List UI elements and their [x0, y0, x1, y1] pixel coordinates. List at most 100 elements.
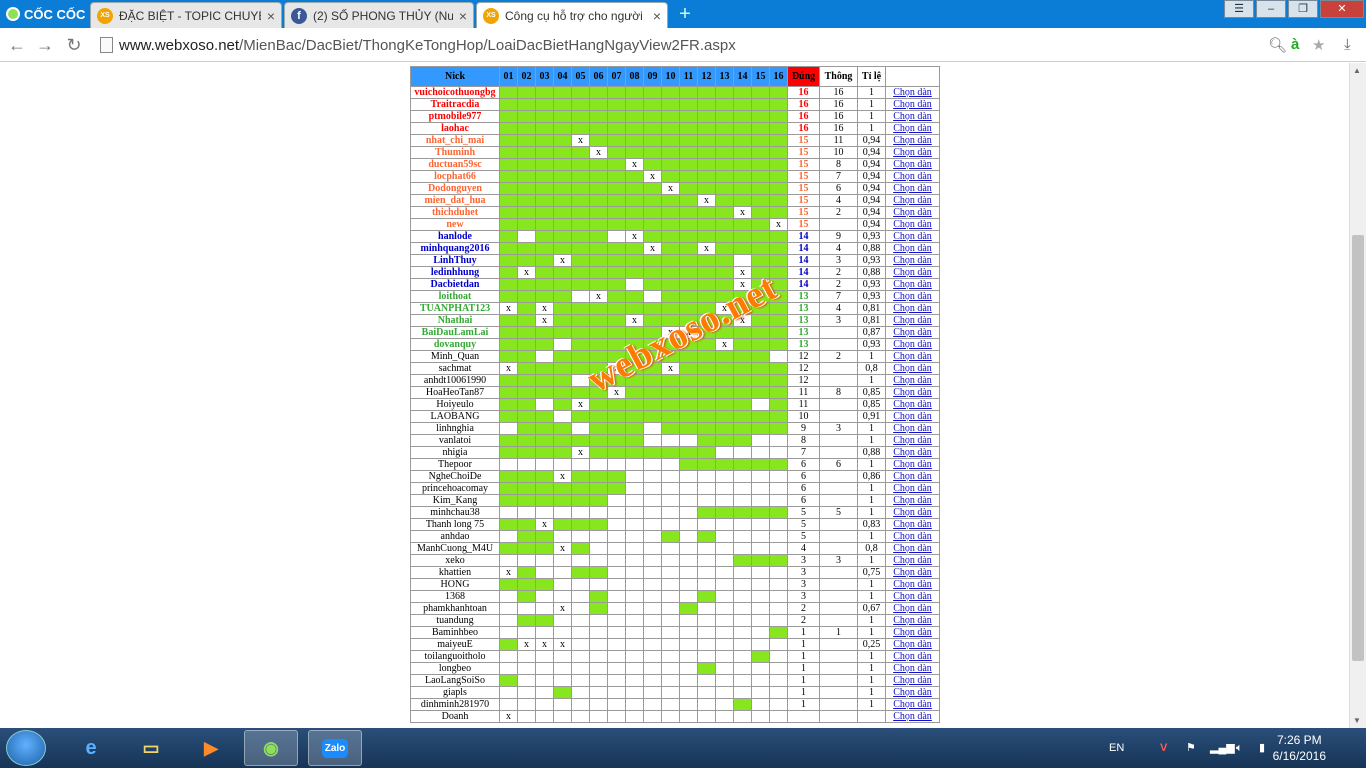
day-cell: [535, 326, 554, 339]
volume-icon[interactable]: 🔈︎: [1236, 728, 1243, 768]
chon-dan-link[interactable]: Chọn dàn: [893, 400, 932, 410]
network-icon[interactable]: ▂▄▆: [1210, 728, 1235, 768]
close-icon[interactable]: ×: [459, 8, 467, 24]
address-bar-row: ← → ↻ www.webxoso.net/MienBac/DacBiet/Th…: [0, 28, 1366, 62]
close-icon[interactable]: ×: [267, 8, 275, 24]
chon-dan-link[interactable]: Chọn dàn: [893, 496, 932, 506]
chon-dan-link[interactable]: Chọn dàn: [893, 568, 932, 578]
day-cell: [661, 98, 680, 111]
chon-dan-link[interactable]: Chọn dàn: [893, 436, 932, 446]
coccoc-taskbar-icon[interactable]: ◉: [244, 730, 298, 766]
tab-cong-cu[interactable]: XS Công cụ hỗ trợ cho người ×: [476, 2, 668, 28]
chon-dan-link[interactable]: Chọn dàn: [893, 160, 932, 170]
tab-so-phong-thuy[interactable]: f (2) SỐ PHONG THỦY (Num ×: [284, 2, 474, 28]
battery-icon[interactable]: ▮: [1259, 728, 1265, 768]
chon-dan-link[interactable]: Chọn dàn: [893, 520, 932, 530]
chon-dan-link[interactable]: Chọn dàn: [893, 352, 932, 362]
file-explorer-icon[interactable]: ▭: [124, 730, 178, 766]
chon-dan-link[interactable]: Chọn dàn: [893, 196, 932, 206]
chon-dan-link[interactable]: Chọn dàn: [893, 664, 932, 674]
chon-dan-link[interactable]: Chọn dàn: [893, 604, 932, 614]
chon-dan-link[interactable]: Chọn dàn: [893, 580, 932, 590]
chon-dan-link[interactable]: Chọn dàn: [893, 280, 932, 290]
download-icon[interactable]: ⤓: [1344, 36, 1351, 53]
table-row: dovanquy x 13 0,93 Chọn dàn: [410, 338, 940, 351]
table-row: Minh_Quan 12 2 1 Chọn dàn: [410, 350, 940, 363]
tab-dac-biet[interactable]: XS ĐẶC BIỆT - TOPIC CHUYÊN ×: [90, 2, 282, 28]
coccoc-logo[interactable]: CỐC CỐC: [0, 0, 88, 28]
chon-dan-link[interactable]: Chọn dàn: [893, 100, 932, 110]
reload-icon[interactable]: ↻: [63, 34, 85, 56]
chon-dan-link[interactable]: Chọn dàn: [893, 448, 932, 458]
chon-dan-link[interactable]: Chọn dàn: [893, 208, 932, 218]
url-input[interactable]: www.webxoso.net/MienBac/DacBiet/ThongKeT…: [96, 32, 1340, 58]
scrollbar-thumb[interactable]: [1352, 235, 1364, 661]
chon-dan-link[interactable]: Chọn dàn: [893, 484, 932, 494]
chon-dan-link[interactable]: Chọn dàn: [893, 328, 932, 338]
chon-dan-link[interactable]: Chọn dàn: [893, 220, 932, 230]
day-cell: [751, 482, 770, 495]
chon-dan-link[interactable]: Chọn dàn: [893, 712, 932, 722]
chon-dan-link[interactable]: Chọn dàn: [893, 592, 932, 602]
chon-dan-link[interactable]: Chọn dàn: [893, 676, 932, 686]
day-cell: [589, 350, 608, 363]
chon-dan-link[interactable]: Chọn dàn: [893, 460, 932, 470]
chon-dan-link[interactable]: Chọn dàn: [893, 256, 932, 266]
chon-dan-link[interactable]: Chọn dàn: [893, 472, 932, 482]
menu-icon[interactable]: ☰: [1224, 0, 1254, 18]
chon-dan-link[interactable]: Chọn dàn: [893, 136, 932, 146]
chon-dan-link[interactable]: Chọn dàn: [893, 172, 932, 182]
vertical-scrollbar[interactable]: ▲ ▼: [1349, 63, 1366, 728]
zoom-icon[interactable]: 🔍︎: [1268, 36, 1287, 54]
close-window-icon[interactable]: ✕: [1320, 0, 1364, 18]
chon-dan-link[interactable]: Chọn dàn: [893, 88, 932, 98]
chon-dan-link[interactable]: Chọn dàn: [893, 700, 932, 710]
internet-explorer-icon[interactable]: e: [64, 730, 118, 766]
zalo-taskbar-icon[interactable]: Zalo: [308, 730, 362, 766]
language-indicator[interactable]: EN: [1109, 728, 1124, 768]
back-arrow-icon[interactable]: ←: [6, 34, 28, 56]
minimize-icon[interactable]: –: [1256, 0, 1286, 18]
antivirus-icon[interactable]: V: [1160, 728, 1167, 768]
scroll-down-icon[interactable]: ▼: [1353, 716, 1361, 725]
day-cell: [733, 494, 752, 507]
chon-dan-link[interactable]: Chọn dàn: [893, 340, 932, 350]
clock[interactable]: 7:26 PM 6/16/2016: [1273, 732, 1326, 764]
chon-dan-link[interactable]: Chọn dàn: [893, 412, 932, 422]
forward-arrow-icon[interactable]: →: [34, 34, 56, 56]
close-icon[interactable]: ×: [653, 8, 661, 24]
day-cell: [499, 446, 518, 459]
day-cell: [733, 578, 752, 591]
scroll-up-icon[interactable]: ▲: [1353, 66, 1361, 75]
chon-dan-link[interactable]: Chọn dàn: [893, 628, 932, 638]
bookmark-star-icon[interactable]: ★: [1312, 36, 1325, 54]
media-player-icon[interactable]: ▶: [184, 730, 238, 766]
flag-icon[interactable]: ⚑: [1186, 728, 1196, 768]
chon-dan-link[interactable]: Chọn dàn: [893, 688, 932, 698]
typing-icon[interactable]: à: [1291, 36, 1299, 53]
chon-dan-link[interactable]: Chọn dàn: [893, 532, 932, 542]
chon-dan-link[interactable]: Chọn dàn: [893, 304, 932, 314]
chon-dan-link[interactable]: Chọn dàn: [893, 388, 932, 398]
chon-dan-link[interactable]: Chọn dàn: [893, 640, 932, 650]
chon-dan-link[interactable]: Chọn dàn: [893, 364, 932, 374]
chon-dan-link[interactable]: Chọn dàn: [893, 124, 932, 134]
chon-dan-link[interactable]: Chọn dàn: [893, 424, 932, 434]
chon-dan-link[interactable]: Chọn dàn: [893, 268, 932, 278]
chon-dan-link[interactable]: Chọn dàn: [893, 244, 932, 254]
chon-dan-link[interactable]: Chọn dàn: [893, 112, 932, 122]
chon-dan-link[interactable]: Chọn dàn: [893, 616, 932, 626]
chon-dan-link[interactable]: Chọn dàn: [893, 292, 932, 302]
chon-dan-link[interactable]: Chọn dàn: [893, 508, 932, 518]
chon-dan-link[interactable]: Chọn dàn: [893, 316, 932, 326]
windows-start-icon[interactable]: [6, 730, 46, 766]
chon-dan-link[interactable]: Chọn dàn: [893, 556, 932, 566]
new-tab-plus-icon[interactable]: +: [674, 3, 696, 25]
chon-dan-link[interactable]: Chọn dàn: [893, 232, 932, 242]
chon-dan-link[interactable]: Chọn dàn: [893, 376, 932, 386]
chon-dan-link[interactable]: Chọn dàn: [893, 148, 932, 158]
chon-dan-link[interactable]: Chọn dàn: [893, 184, 932, 194]
maximize-icon[interactable]: ❐: [1288, 0, 1318, 18]
chon-dan-link[interactable]: Chọn dàn: [893, 544, 932, 554]
chon-dan-link[interactable]: Chọn dàn: [893, 652, 932, 662]
